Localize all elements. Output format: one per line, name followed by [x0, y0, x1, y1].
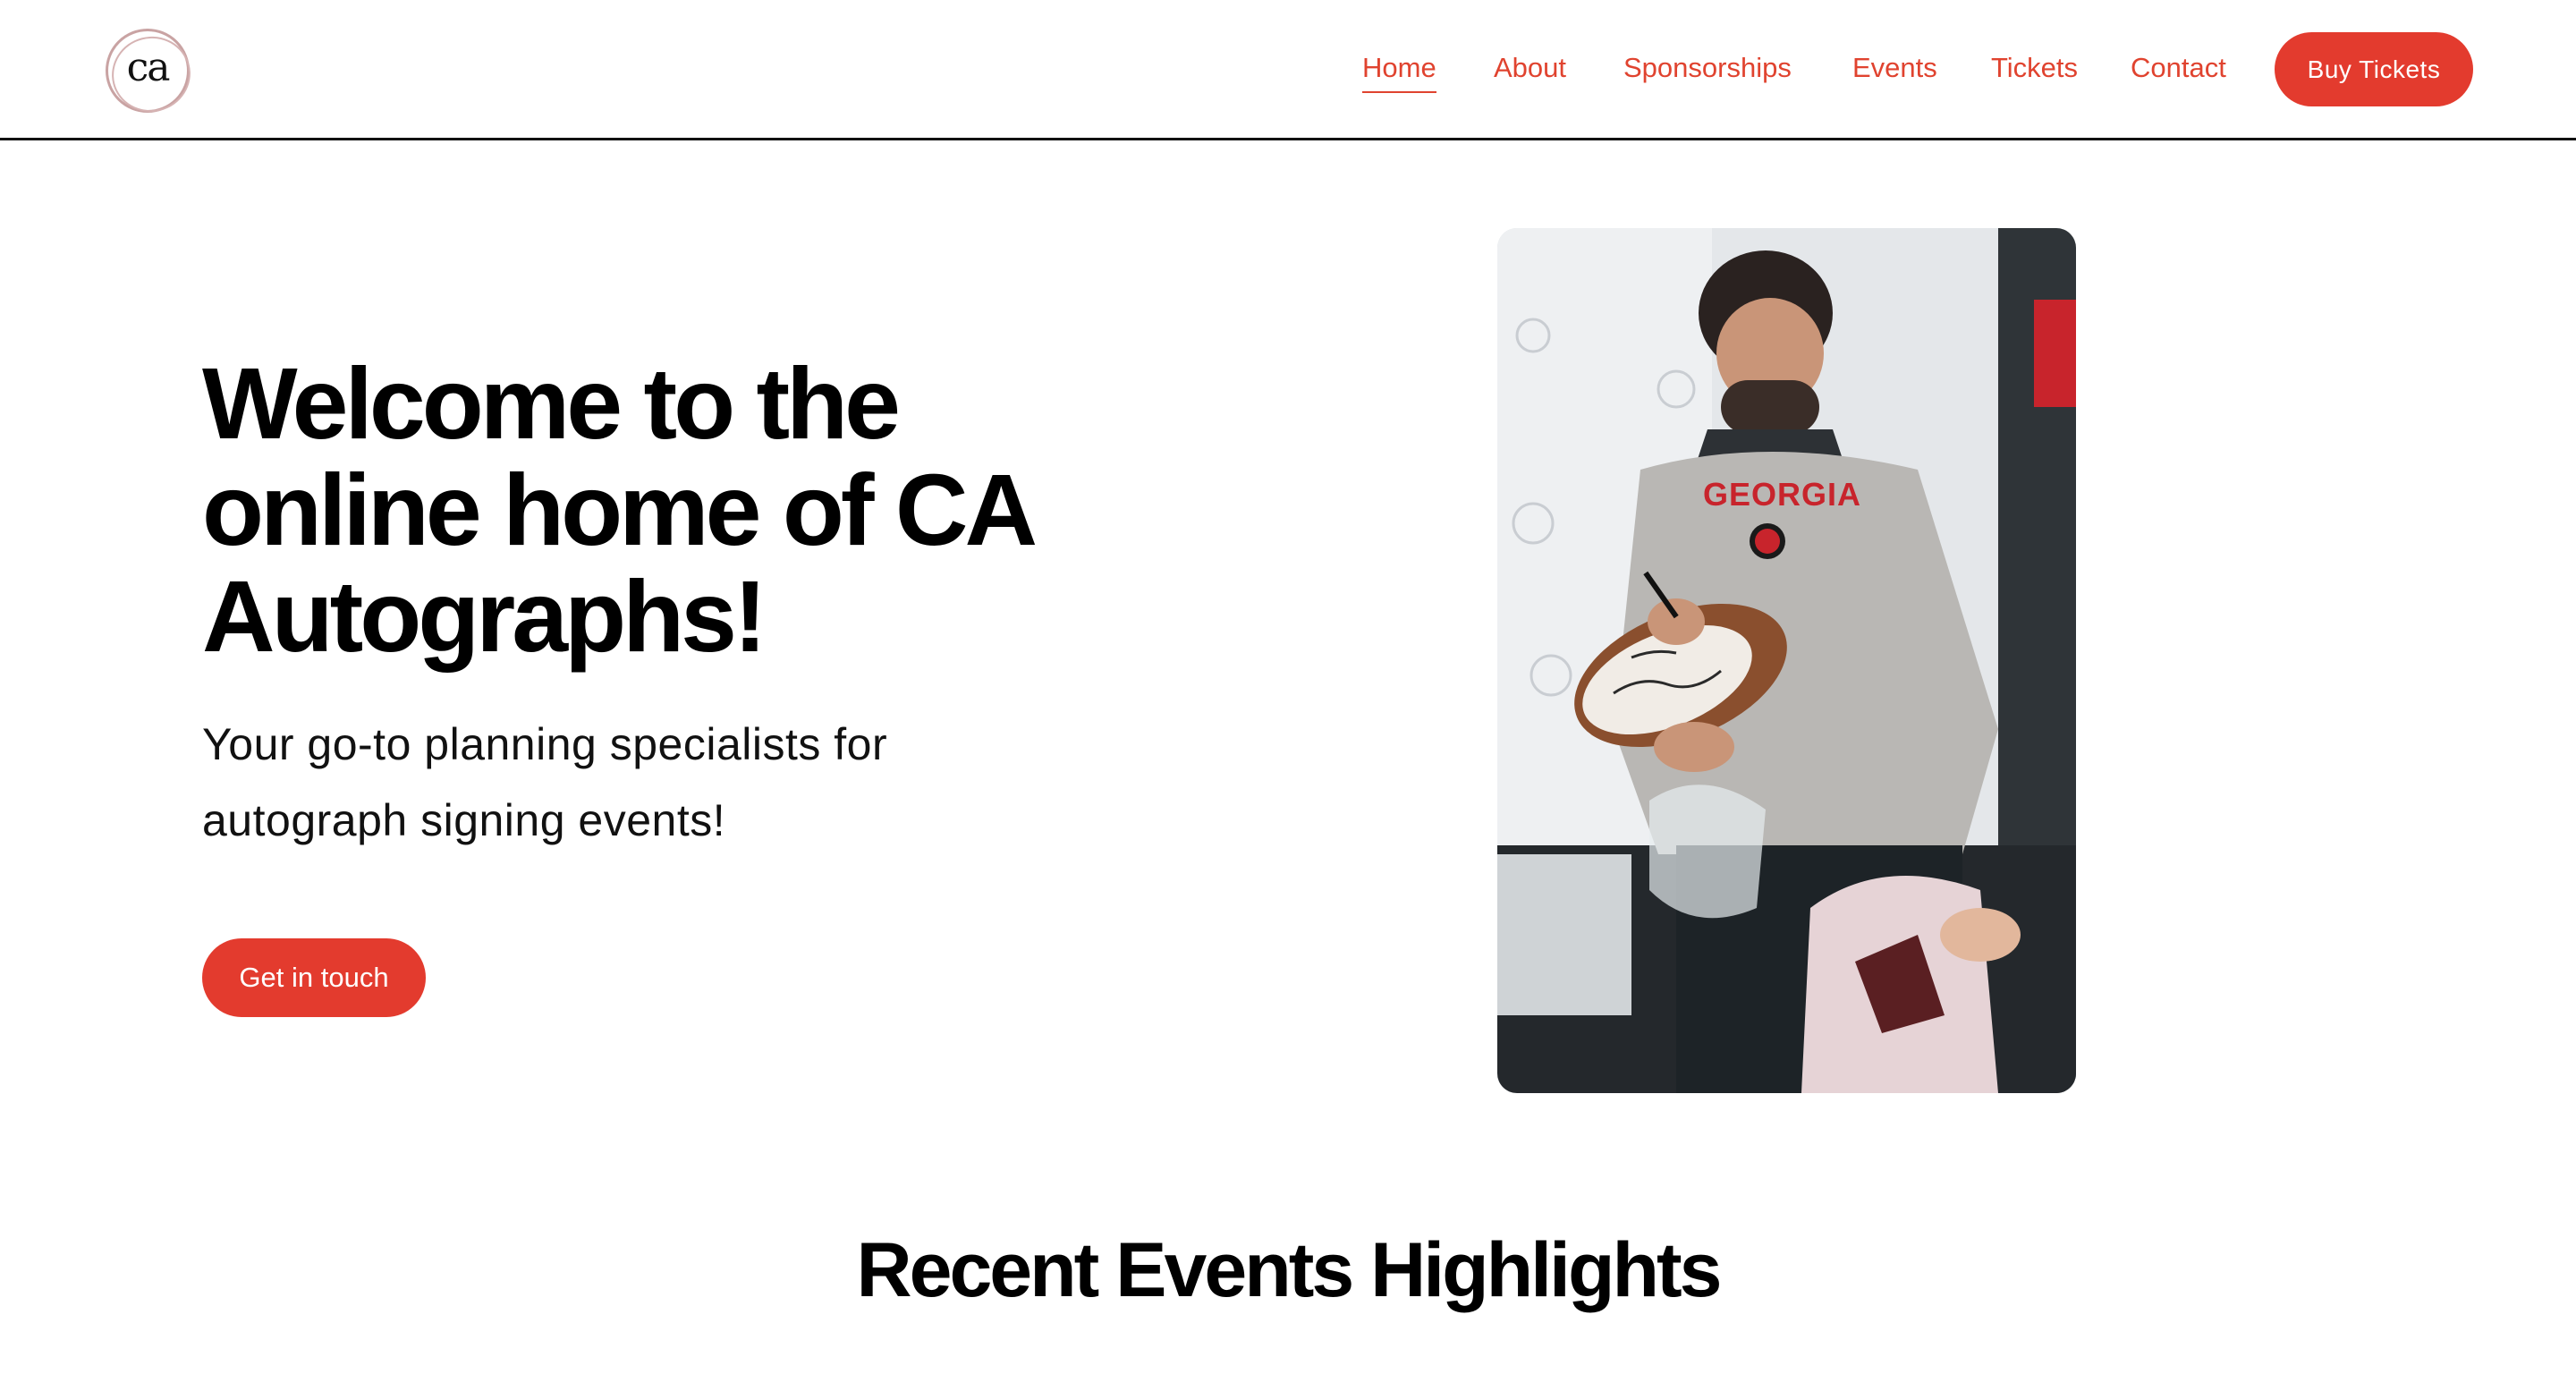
section-title: Recent Events Highlights — [856, 1227, 1723, 1313]
site-logo[interactable]: ca — [106, 29, 190, 113]
hero-subtitle: Your go-to planning specialists for auto… — [202, 719, 888, 845]
hero-title: Welcome to the online home of CA Autogra… — [202, 347, 1034, 673]
site-header: ca Home About Sponsorships Events Ticket… — [0, 0, 2576, 140]
buy-tickets-button[interactable]: Buy Tickets — [2275, 32, 2473, 106]
get-in-touch-button[interactable]: Get in touch — [202, 938, 426, 1017]
nav-contact-link[interactable]: Contact — [2131, 50, 2226, 86]
logo-text: ca — [126, 44, 171, 90]
nav-tickets-link[interactable]: Tickets — [1991, 50, 2078, 86]
nav-about-link[interactable]: About — [1494, 50, 1566, 86]
svg-text:GEORGIA: GEORGIA — [1703, 476, 1861, 513]
nav-home-link[interactable]: Home — [1362, 50, 1436, 93]
page: ca Home About Sponsorships Events Ticket… — [0, 0, 2576, 1374]
autograph-signing-photo: GEORGIA — [1497, 228, 2076, 1093]
nav-events-link[interactable]: Events — [1852, 50, 1937, 86]
nav-sponsorships-link[interactable]: Sponsorships — [1623, 50, 1792, 86]
